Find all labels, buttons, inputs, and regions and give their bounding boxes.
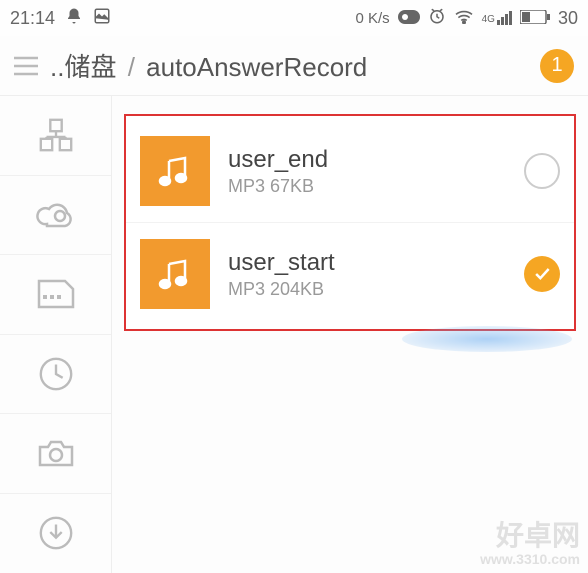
file-name: user_start [228, 249, 506, 277]
file-row[interactable]: user_start MP3 204KB [126, 223, 574, 325]
notification-image-icon [93, 7, 111, 30]
alarm-icon [428, 7, 446, 30]
sidebar [0, 96, 112, 573]
breadcrumb-bar: ..储盘 / autoAnswerRecord 1 [0, 36, 588, 96]
signal-icon: 4G [482, 11, 512, 25]
file-row[interactable]: user_end MP3 67KB [126, 120, 574, 223]
breadcrumb[interactable]: ..储盘 / autoAnswerRecord [50, 47, 528, 84]
sidebar-item-camera[interactable] [0, 414, 111, 494]
data-rate: 0 K/s [355, 10, 389, 27]
music-file-icon [140, 136, 210, 206]
checkbox-checked[interactable] [524, 256, 560, 292]
sidebar-item-storage[interactable] [0, 255, 111, 335]
sidebar-item-category[interactable] [0, 96, 111, 176]
music-file-icon [140, 239, 210, 309]
vpn-icon [398, 8, 420, 29]
breadcrumb-part-2: autoAnswerRecord [146, 52, 367, 82]
status-time: 21:14 [10, 8, 55, 29]
battery-percent: 30 [558, 8, 578, 29]
notification-bell-icon [65, 7, 83, 30]
checkbox-unchecked[interactable] [524, 153, 560, 189]
file-list: user_end MP3 67KB user_start MP3 204KB [112, 96, 588, 573]
file-meta: MP3 67KB [228, 176, 506, 197]
battery-icon [520, 8, 550, 29]
wifi-icon [454, 8, 474, 29]
file-name: user_end [228, 146, 506, 174]
selection-highlight-box: user_end MP3 67KB user_start MP3 204KB [124, 114, 576, 331]
breadcrumb-separator: / [128, 52, 135, 82]
menu-icon[interactable] [14, 56, 38, 76]
file-meta: MP3 204KB [228, 279, 506, 300]
sidebar-item-download[interactable] [0, 494, 111, 573]
selection-count-badge: 1 [540, 49, 574, 83]
status-bar: 21:14 0 K/s 4G 30 [0, 0, 588, 36]
sidebar-item-recent[interactable] [0, 335, 111, 415]
breadcrumb-part-1: ..储盘 [50, 52, 116, 82]
sidebar-item-cloud[interactable] [0, 176, 111, 256]
